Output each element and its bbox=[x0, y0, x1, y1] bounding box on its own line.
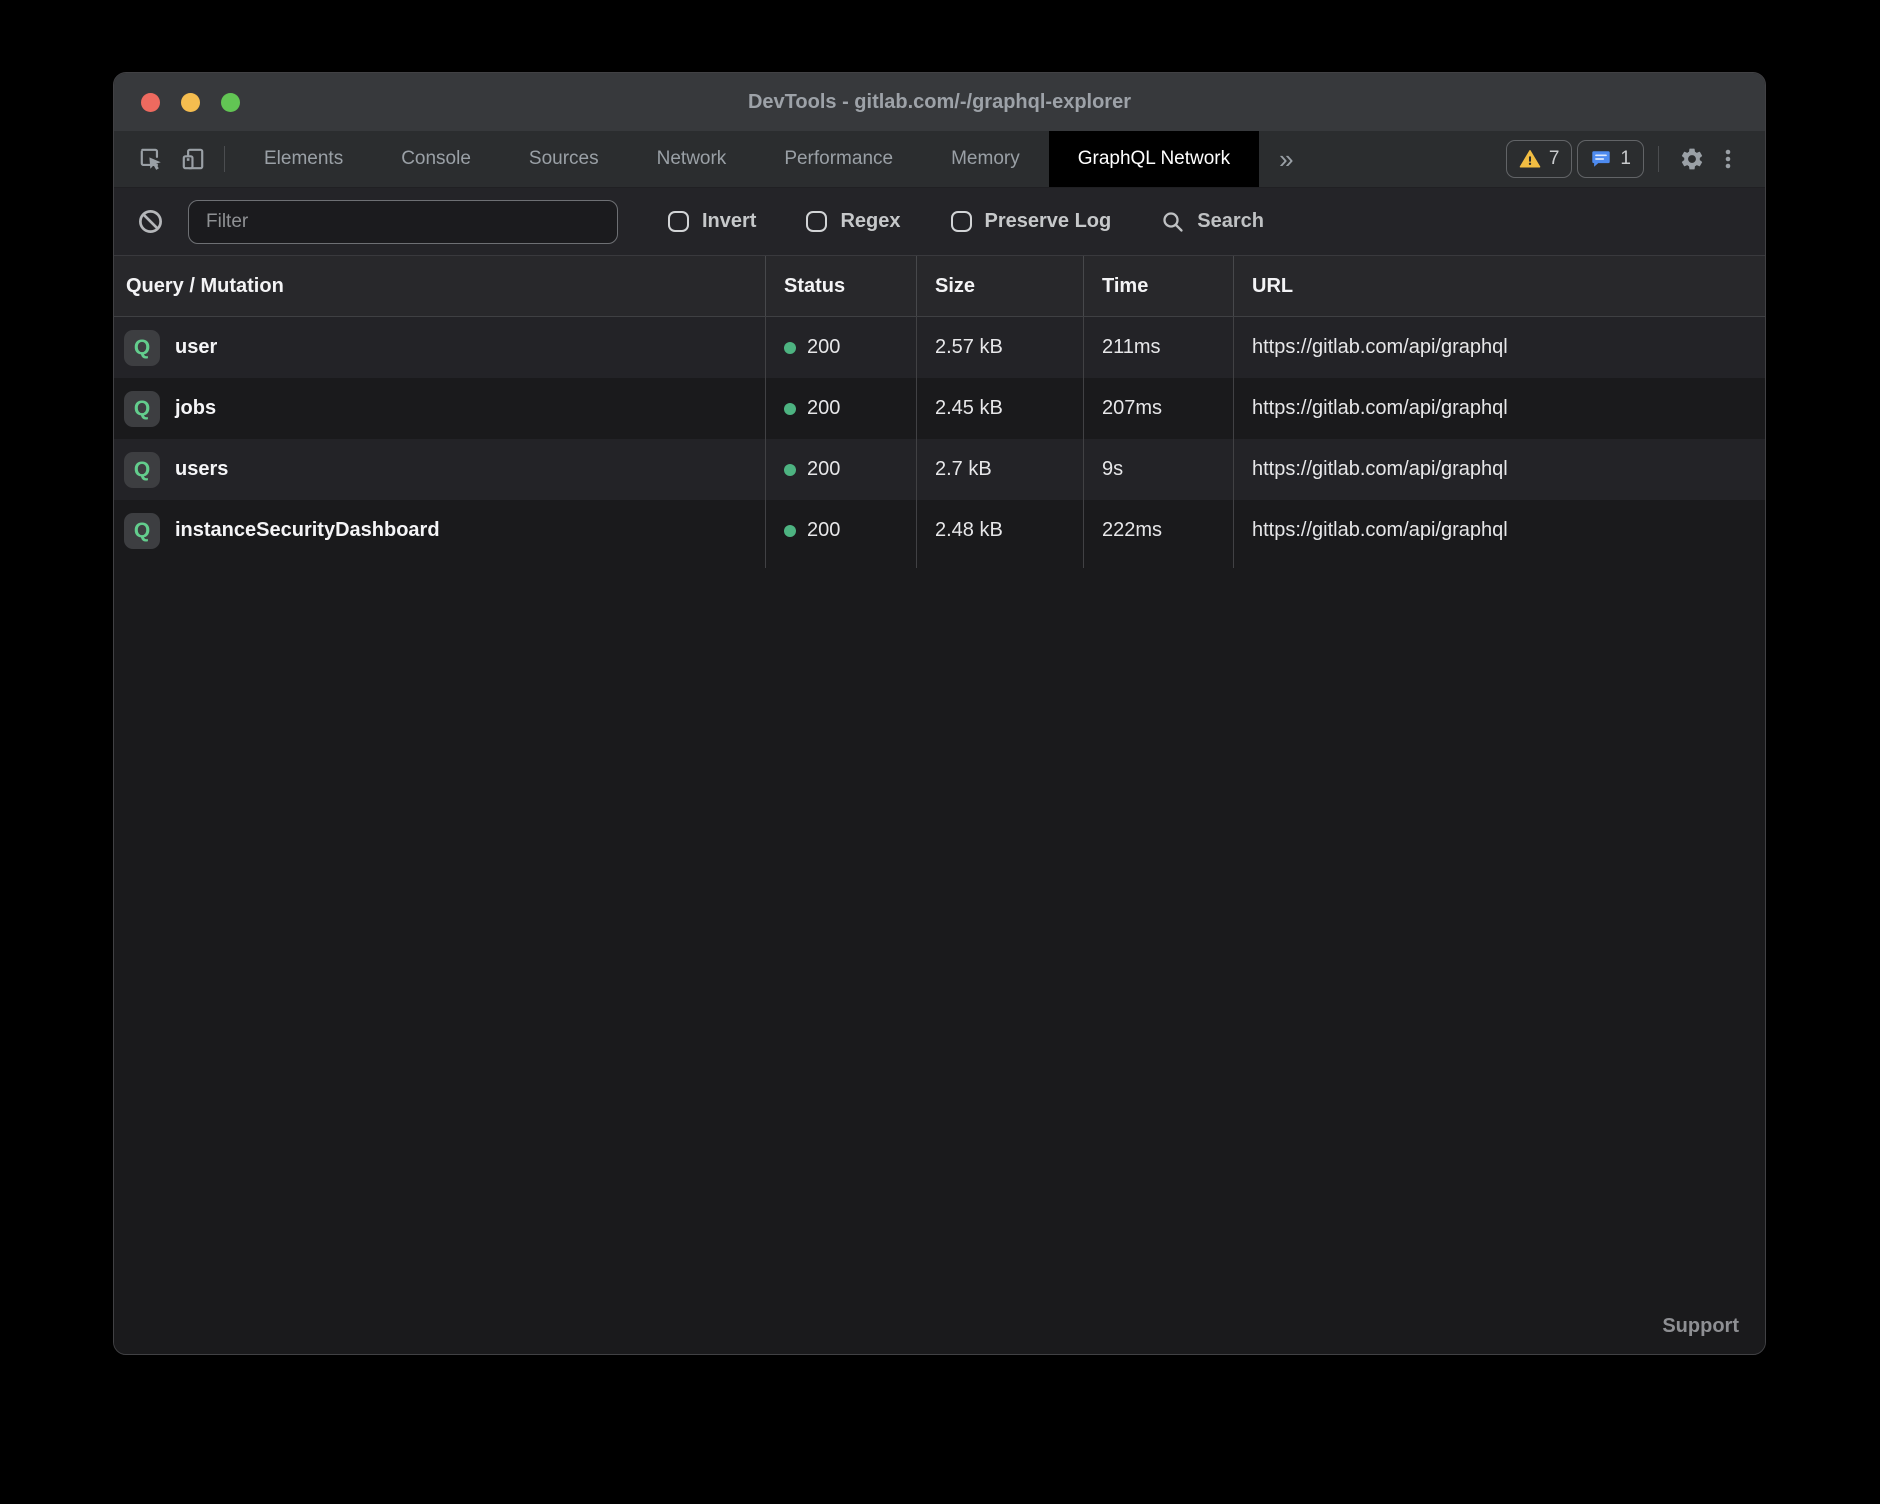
devtools-window: DevTools - gitlab.com/-/graphql-explorer bbox=[113, 72, 1766, 1355]
column-header-url: URL bbox=[1234, 256, 1765, 316]
settings-button[interactable] bbox=[1673, 138, 1711, 180]
tab-sources[interactable]: Sources bbox=[500, 131, 628, 187]
query-type-badge: Q bbox=[124, 391, 160, 427]
size-value: 2.57 kB bbox=[917, 317, 1084, 378]
query-name: jobs bbox=[175, 397, 216, 420]
time-value: 211ms bbox=[1084, 317, 1234, 378]
search-icon bbox=[1161, 210, 1185, 234]
size-value: 2.7 kB bbox=[917, 439, 1084, 500]
minimize-button[interactable] bbox=[181, 93, 200, 112]
time-value: 207ms bbox=[1084, 378, 1234, 439]
size-value: 2.48 kB bbox=[917, 500, 1084, 561]
column-header-query: Query / Mutation bbox=[114, 256, 766, 316]
inspect-cursor-icon bbox=[138, 146, 164, 172]
search-toggle[interactable]: Search bbox=[1161, 210, 1264, 234]
support-link[interactable]: Support bbox=[1662, 1315, 1739, 1338]
filter-input[interactable] bbox=[188, 200, 618, 244]
tab-graphql-network[interactable]: GraphQL Network bbox=[1049, 131, 1259, 187]
traffic-lights bbox=[114, 93, 240, 112]
panel-body: Support bbox=[114, 568, 1765, 1354]
table-row[interactable]: Q jobs 200 2.45 kB 207ms https://gitlab.… bbox=[114, 378, 1765, 439]
column-header-time: Time bbox=[1084, 256, 1234, 316]
clear-button[interactable] bbox=[134, 201, 166, 243]
kebab-menu-icon bbox=[1716, 147, 1740, 171]
more-options-button[interactable] bbox=[1711, 138, 1745, 180]
more-tabs-button[interactable]: » bbox=[1259, 146, 1313, 172]
devtools-tabbar: Elements Console Sources Network Perform… bbox=[114, 131, 1765, 188]
table-row[interactable]: Q users 200 2.7 kB 9s https://gitlab.com… bbox=[114, 439, 1765, 500]
url-value: https://gitlab.com/api/graphql bbox=[1234, 500, 1765, 561]
column-header-status: Status bbox=[766, 256, 917, 316]
warnings-count: 7 bbox=[1549, 148, 1560, 170]
regex-checkbox[interactable]: Regex bbox=[806, 210, 900, 233]
warnings-badge[interactable]: 7 bbox=[1506, 140, 1573, 178]
time-value: 9s bbox=[1084, 439, 1234, 500]
block-icon bbox=[137, 208, 164, 235]
tab-network[interactable]: Network bbox=[628, 131, 756, 187]
time-value: 222ms bbox=[1084, 500, 1234, 561]
status-code: 200 bbox=[807, 397, 840, 420]
status-ok-dot bbox=[784, 403, 796, 415]
url-value: https://gitlab.com/api/graphql bbox=[1234, 439, 1765, 500]
search-label: Search bbox=[1197, 210, 1264, 233]
tab-elements[interactable]: Elements bbox=[235, 131, 372, 187]
zoom-button[interactable] bbox=[221, 93, 240, 112]
status-code: 200 bbox=[807, 458, 840, 481]
inspect-element-button[interactable] bbox=[130, 138, 172, 180]
device-toolbar-icon bbox=[180, 146, 206, 172]
status-code: 200 bbox=[807, 519, 840, 542]
filter-toolbar: Invert Regex Preserve Log Search bbox=[114, 188, 1765, 256]
preserve-log-checkbox[interactable]: Preserve Log bbox=[951, 210, 1112, 233]
tabbar-divider bbox=[1658, 146, 1659, 172]
issues-badge[interactable]: 1 bbox=[1577, 140, 1644, 178]
warning-triangle-icon bbox=[1519, 148, 1541, 170]
message-bubble-icon bbox=[1590, 148, 1612, 170]
column-divider-stub bbox=[114, 561, 1765, 568]
table-row[interactable]: Q instanceSecurityDashboard 200 2.48 kB … bbox=[114, 500, 1765, 561]
url-value: https://gitlab.com/api/graphql bbox=[1234, 378, 1765, 439]
tab-memory[interactable]: Memory bbox=[922, 131, 1049, 187]
issues-count: 1 bbox=[1620, 148, 1631, 170]
tab-console[interactable]: Console bbox=[372, 131, 500, 187]
window-title: DevTools - gitlab.com/-/graphql-explorer bbox=[114, 91, 1765, 114]
table-row[interactable]: Q user 200 2.57 kB 211ms https://gitlab.… bbox=[114, 317, 1765, 378]
query-name: user bbox=[175, 336, 217, 359]
panel-tabs: Elements Console Sources Network Perform… bbox=[235, 131, 1259, 187]
close-button[interactable] bbox=[141, 93, 160, 112]
tab-performance[interactable]: Performance bbox=[755, 131, 922, 187]
table-header: Query / Mutation Status Size Time URL bbox=[114, 256, 1765, 317]
titlebar: DevTools - gitlab.com/-/graphql-explorer bbox=[114, 73, 1765, 131]
status-ok-dot bbox=[784, 342, 796, 354]
device-toolbar-button[interactable] bbox=[172, 138, 214, 180]
query-type-badge: Q bbox=[124, 330, 160, 366]
query-name: users bbox=[175, 458, 228, 481]
url-value: https://gitlab.com/api/graphql bbox=[1234, 317, 1765, 378]
gear-icon bbox=[1679, 146, 1705, 172]
query-name: instanceSecurityDashboard bbox=[175, 519, 440, 542]
size-value: 2.45 kB bbox=[917, 378, 1084, 439]
status-code: 200 bbox=[807, 336, 840, 359]
status-ok-dot bbox=[784, 525, 796, 537]
tabbar-right-cluster: 7 1 bbox=[1506, 138, 1745, 180]
query-type-badge: Q bbox=[124, 452, 160, 488]
status-ok-dot bbox=[784, 464, 796, 476]
table-body: Q user 200 2.57 kB 211ms https://gitlab.… bbox=[114, 317, 1765, 561]
tabbar-divider bbox=[224, 146, 225, 172]
query-type-badge: Q bbox=[124, 513, 160, 549]
invert-checkbox[interactable]: Invert bbox=[668, 210, 756, 233]
column-header-size: Size bbox=[917, 256, 1084, 316]
